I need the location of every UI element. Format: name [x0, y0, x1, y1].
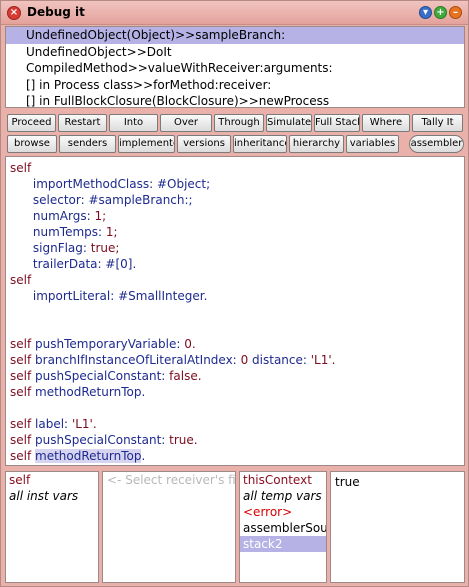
- through-button[interactable]: Through: [214, 114, 264, 132]
- list-item[interactable]: thisContext: [240, 472, 326, 488]
- list-item[interactable]: assemblerSource: [240, 520, 326, 536]
- restart-button[interactable]: Restart: [58, 114, 107, 132]
- code-token: self: [10, 161, 32, 175]
- code-token: trailerData:: [32, 257, 102, 271]
- window-title: Debug it: [27, 5, 85, 19]
- code-token: .: [141, 449, 146, 463]
- code-token: self: [10, 449, 32, 463]
- code-token: self: [10, 369, 32, 383]
- assembler-button[interactable]: assembler: [409, 135, 464, 153]
- receiver-value-pane[interactable]: <- Select receiver's field: [102, 471, 236, 583]
- list-item[interactable]: all temp vars: [240, 488, 326, 504]
- simulate-button[interactable]: Simulate: [266, 114, 312, 132]
- debug-button-row: Proceed Restart Into Over Through Simula…: [5, 114, 465, 134]
- context-value: true: [335, 475, 360, 489]
- code-token: selector:: [32, 193, 85, 207]
- stack-item[interactable]: [] in Process class>>forMethod:receiver:: [6, 77, 464, 94]
- code-token: numArgs:: [32, 209, 91, 223]
- browse-button[interactable]: browse: [7, 135, 57, 153]
- list-item[interactable]: stack2: [240, 536, 326, 552]
- menu-icon[interactable]: ▾: [419, 6, 432, 19]
- browse-button-row: browse senders implementors versions inh…: [5, 135, 465, 155]
- versions-button[interactable]: versions: [177, 135, 231, 153]
- code-token: branchIfInstanceOfLiteralAtIndex:: [35, 353, 237, 367]
- code-token: methodReturnTop: [35, 449, 142, 463]
- implementors-button[interactable]: implementors: [118, 135, 175, 153]
- code-token: true.: [169, 433, 198, 447]
- code-token: self: [10, 433, 32, 447]
- proceed-button[interactable]: Proceed: [7, 114, 56, 132]
- code-token: numTemps:: [32, 225, 103, 239]
- stack-item[interactable]: [] in FullBlockClosure(BlockClosure)>>ne…: [6, 93, 464, 110]
- where-button[interactable]: Where: [362, 114, 410, 132]
- code-token: 0.: [184, 337, 196, 351]
- code-token: 'L1'.: [310, 353, 336, 367]
- context-field-list[interactable]: thisContext all temp vars <error> assemb…: [239, 471, 327, 583]
- code-token: signFlag:: [32, 241, 87, 255]
- list-item[interactable]: all inst vars: [6, 488, 98, 504]
- code-token: true;: [90, 241, 120, 255]
- code-token: pushSpecialConstant:: [35, 369, 166, 383]
- code-token: importMethodClass:: [32, 177, 154, 191]
- code-token: self: [10, 337, 32, 351]
- code-token: 1;: [105, 225, 118, 239]
- expand-icon[interactable]: +: [434, 6, 447, 19]
- code-token: distance:: [252, 353, 307, 367]
- over-button[interactable]: Over: [160, 114, 212, 132]
- code-token: #[0].: [105, 257, 137, 271]
- list-item[interactable]: <error>: [240, 504, 326, 520]
- code-token: pushSpecialConstant:: [35, 433, 166, 447]
- stack-list[interactable]: UndefinedObject(Object)>>sampleBranch: U…: [5, 26, 465, 108]
- code-token: 0: [240, 353, 249, 367]
- stack-item[interactable]: UndefinedObject(Object)>>sampleBranch:: [6, 27, 464, 44]
- stack-item[interactable]: UndefinedObject>>DoIt: [6, 44, 464, 61]
- inheritance-button[interactable]: inheritance: [233, 135, 287, 153]
- senders-button[interactable]: senders: [59, 135, 116, 153]
- title-bar[interactable]: × Debug it ▾ + –: [1, 1, 468, 25]
- code-token: self: [10, 353, 32, 367]
- variables-button[interactable]: variables: [346, 135, 399, 153]
- list-item[interactable]: self: [6, 472, 98, 488]
- code-token: label:: [35, 417, 69, 431]
- tally-it-button[interactable]: Tally It: [412, 114, 463, 132]
- code-token: false.: [169, 369, 202, 383]
- code-token: methodReturnTop.: [35, 385, 146, 399]
- code-token: 'L1'.: [71, 417, 97, 431]
- code-token: self: [10, 417, 32, 431]
- hierarchy-button[interactable]: hierarchy: [289, 135, 344, 153]
- code-token: self: [10, 273, 32, 287]
- into-button[interactable]: Into: [109, 114, 158, 132]
- close-icon[interactable]: ×: [7, 6, 21, 20]
- code-token: 1;: [94, 209, 107, 223]
- stack-item[interactable]: CompiledMethod>>valueWithReceiver:argume…: [6, 60, 464, 77]
- code-token: #sampleBranch:;: [88, 193, 193, 207]
- code-token: self: [10, 385, 32, 399]
- full-stack-button[interactable]: Full Stack: [314, 114, 360, 132]
- debugger-window: × Debug it ▾ + – UndefinedObject(Object)…: [0, 0, 469, 587]
- code-pane[interactable]: self importMethodClass: #Object; selecto…: [5, 156, 465, 466]
- context-value-pane[interactable]: true: [330, 471, 465, 583]
- receiver-field-list[interactable]: self all inst vars: [5, 471, 99, 583]
- collapse-icon[interactable]: –: [449, 6, 462, 19]
- code-token: #Object;: [156, 177, 211, 191]
- code-token: #SmallInteger.: [118, 289, 208, 303]
- receiver-placeholder: <- Select receiver's field: [107, 473, 236, 487]
- code-token: pushTemporaryVariable:: [35, 337, 181, 351]
- code-token: importLiteral:: [32, 289, 115, 303]
